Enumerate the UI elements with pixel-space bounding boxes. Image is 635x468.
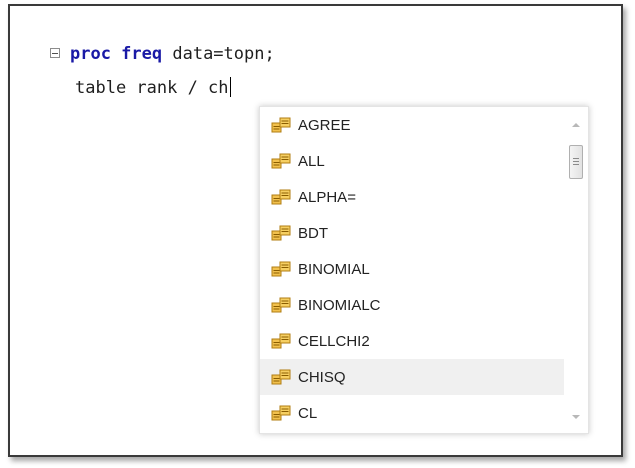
keyword-proc-freq: proc freq (70, 44, 163, 64)
autocomplete-list: AGREE ALL ALPHA= BDT BINOMIAL BINOMIALC … (260, 107, 566, 431)
list-item-label: BDT (298, 224, 328, 242)
list-item-agree[interactable]: AGREE (260, 107, 566, 143)
list-item-alpha[interactable]: ALPHA= (260, 179, 566, 215)
option-icon (271, 297, 291, 313)
collapse-icon[interactable] (50, 48, 60, 58)
list-item-binomial[interactable]: BINOMIAL (260, 251, 566, 287)
list-item-label: ALPHA= (298, 188, 356, 206)
autocomplete-popup[interactable]: AGREE ALL ALPHA= BDT BINOMIAL BINOMIALC … (259, 106, 589, 434)
list-item-chisq[interactable]: CHISQ (260, 359, 566, 395)
option-icon (271, 405, 291, 421)
list-item-all[interactable]: ALL (260, 143, 566, 179)
option-icon (271, 369, 291, 385)
code-text: table rank / ch (75, 78, 229, 98)
code-text: data=topn; (162, 44, 275, 64)
option-icon (271, 261, 291, 277)
option-icon (271, 333, 291, 349)
scroll-down-icon[interactable] (572, 415, 580, 419)
list-item-label: AGREE (298, 116, 351, 134)
list-item-label: BINOMIAL (298, 260, 370, 278)
list-item-binomialc[interactable]: BINOMIALC (260, 287, 566, 323)
list-item-cl[interactable]: CL (260, 395, 566, 431)
option-icon (271, 117, 291, 133)
scroll-up-icon[interactable] (572, 123, 580, 127)
list-item-bdt[interactable]: BDT (260, 215, 566, 251)
list-item-cellchi2[interactable]: CELLCHI2 (260, 323, 566, 359)
list-item-label: ALL (298, 152, 325, 170)
text-caret (229, 77, 231, 97)
option-icon (271, 225, 291, 241)
list-item-label: CELLCHI2 (298, 332, 370, 350)
scroll-thumb[interactable] (569, 145, 583, 179)
list-item-label: CL (298, 404, 318, 422)
list-item-label: CHISQ (298, 368, 346, 386)
scrollbar[interactable] (564, 107, 588, 433)
option-icon (271, 153, 291, 169)
code-line-2[interactable]: table rank / ch (75, 77, 231, 99)
code-line-1[interactable]: proc freq data=topn; (70, 43, 275, 65)
list-item-label: BINOMIALC (298, 296, 381, 314)
option-icon (271, 189, 291, 205)
